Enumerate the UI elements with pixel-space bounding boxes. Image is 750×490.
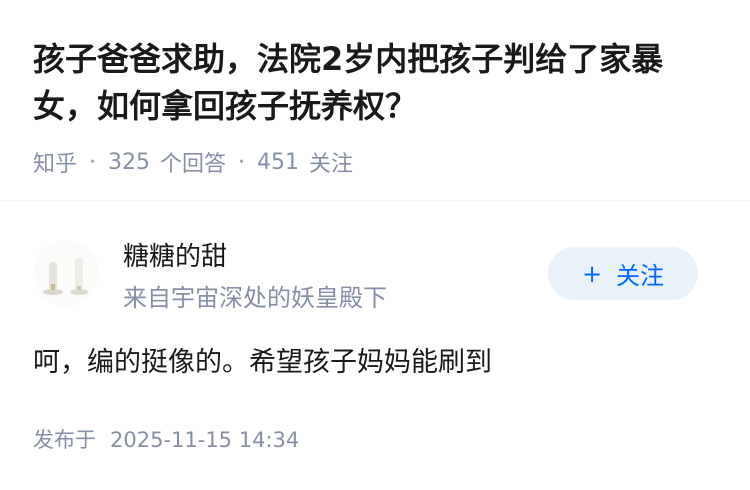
- author-name[interactable]: 糖糖的甜: [123, 236, 227, 273]
- follow-button-label: 关注: [616, 262, 665, 290]
- question-meta: 知乎 · 325 个回答 · 451 关注: [33, 146, 353, 178]
- follow-count: 451: [257, 149, 300, 175]
- follow-count-label: 关注: [309, 152, 354, 177]
- answer-count: 325: [108, 149, 151, 175]
- publish-info: 发布于 2025-11-15 14:34: [33, 424, 299, 454]
- publish-label: 发布于: [33, 428, 96, 452]
- source-label[interactable]: 知乎: [33, 146, 77, 178]
- divider: [0, 200, 750, 201]
- meta-separator: ·: [89, 149, 97, 175]
- publish-time: 2025-11-15 14:34: [110, 428, 300, 452]
- question-title[interactable]: 孩子爸爸求助，法院2岁内把孩子判给了家暴女，如何拿回孩子抚养权？: [33, 36, 723, 130]
- avatar[interactable]: [33, 240, 99, 306]
- avatar-image: [33, 240, 99, 306]
- author-bio: 来自宇宙深处的妖皇殿下: [123, 284, 387, 312]
- follow-button[interactable]: + 关注: [548, 247, 698, 300]
- meta-separator: ·: [238, 149, 246, 175]
- answer-count-label: 个回答: [160, 152, 227, 177]
- plus-icon: +: [581, 259, 603, 288]
- answer-content[interactable]: 呵，编的挺像的。希望孩子妈妈能刷到: [33, 340, 492, 379]
